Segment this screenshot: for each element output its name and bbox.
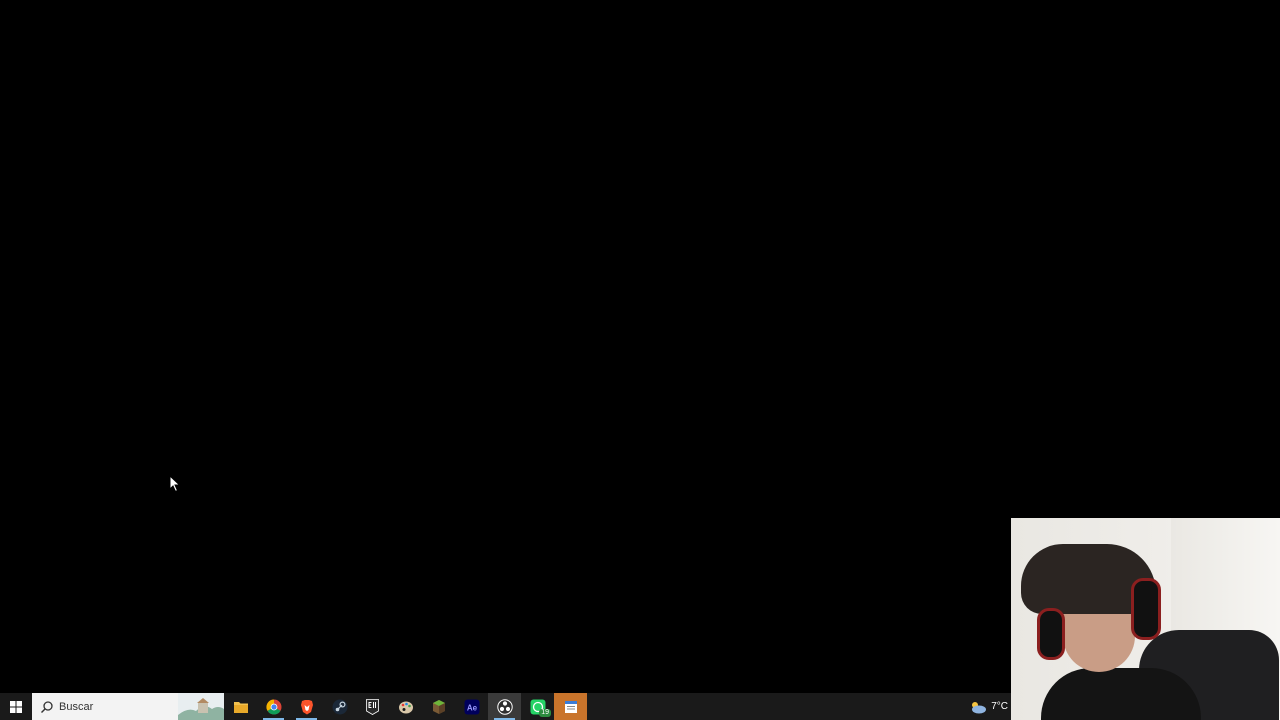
search-input[interactable]: Buscar (32, 693, 224, 720)
taskbar-paint[interactable] (389, 693, 422, 720)
search-icon (41, 700, 53, 713)
taskbar-epic-games[interactable] (356, 693, 389, 720)
taskbar-apps: Ae 19 (224, 693, 587, 720)
taskbar-whatsapp[interactable]: 19 (521, 693, 554, 720)
taskbar-chrome[interactable] (257, 693, 290, 720)
epic-games-icon (366, 698, 379, 715)
windows-logo-icon (10, 700, 22, 713)
minecraft-block-icon (432, 699, 445, 714)
taskbar-file-explorer[interactable] (224, 693, 257, 720)
after-effects-icon: Ae (464, 699, 479, 714)
start-button[interactable] (0, 693, 32, 720)
weather-temperature[interactable]: 7°C (991, 701, 1008, 712)
steam-icon (332, 699, 347, 714)
notepad-window-icon (564, 700, 577, 713)
cloud-sun-icon[interactable] (969, 700, 987, 714)
search-highlight-illustration-icon (178, 693, 224, 720)
taskbar-after-effects[interactable]: Ae (455, 693, 488, 720)
folder-icon (233, 701, 248, 713)
taskbar-minecraft-launcher[interactable] (422, 693, 455, 720)
taskbar-steam[interactable] (323, 693, 356, 720)
webcam-overlay (1011, 518, 1280, 720)
webcam-headset-left (1037, 608, 1065, 660)
svg-text:Ae: Ae (466, 703, 477, 712)
brave-lion-icon (300, 699, 313, 714)
system-tray: 7°C (969, 693, 1008, 720)
obs-icon (496, 698, 513, 715)
mouse-cursor-icon (169, 475, 181, 493)
webcam-person-shirt (1041, 668, 1201, 720)
webcam-headset-right (1131, 578, 1161, 640)
taskbar-brave[interactable] (290, 693, 323, 720)
paint-palette-icon (398, 701, 413, 713)
taskbar-obs[interactable] (488, 693, 521, 720)
taskbar-notepad[interactable] (554, 693, 587, 720)
search-placeholder: Buscar (59, 700, 94, 713)
whatsapp-unread-badge: 19 (539, 709, 551, 717)
chrome-icon (265, 698, 281, 715)
